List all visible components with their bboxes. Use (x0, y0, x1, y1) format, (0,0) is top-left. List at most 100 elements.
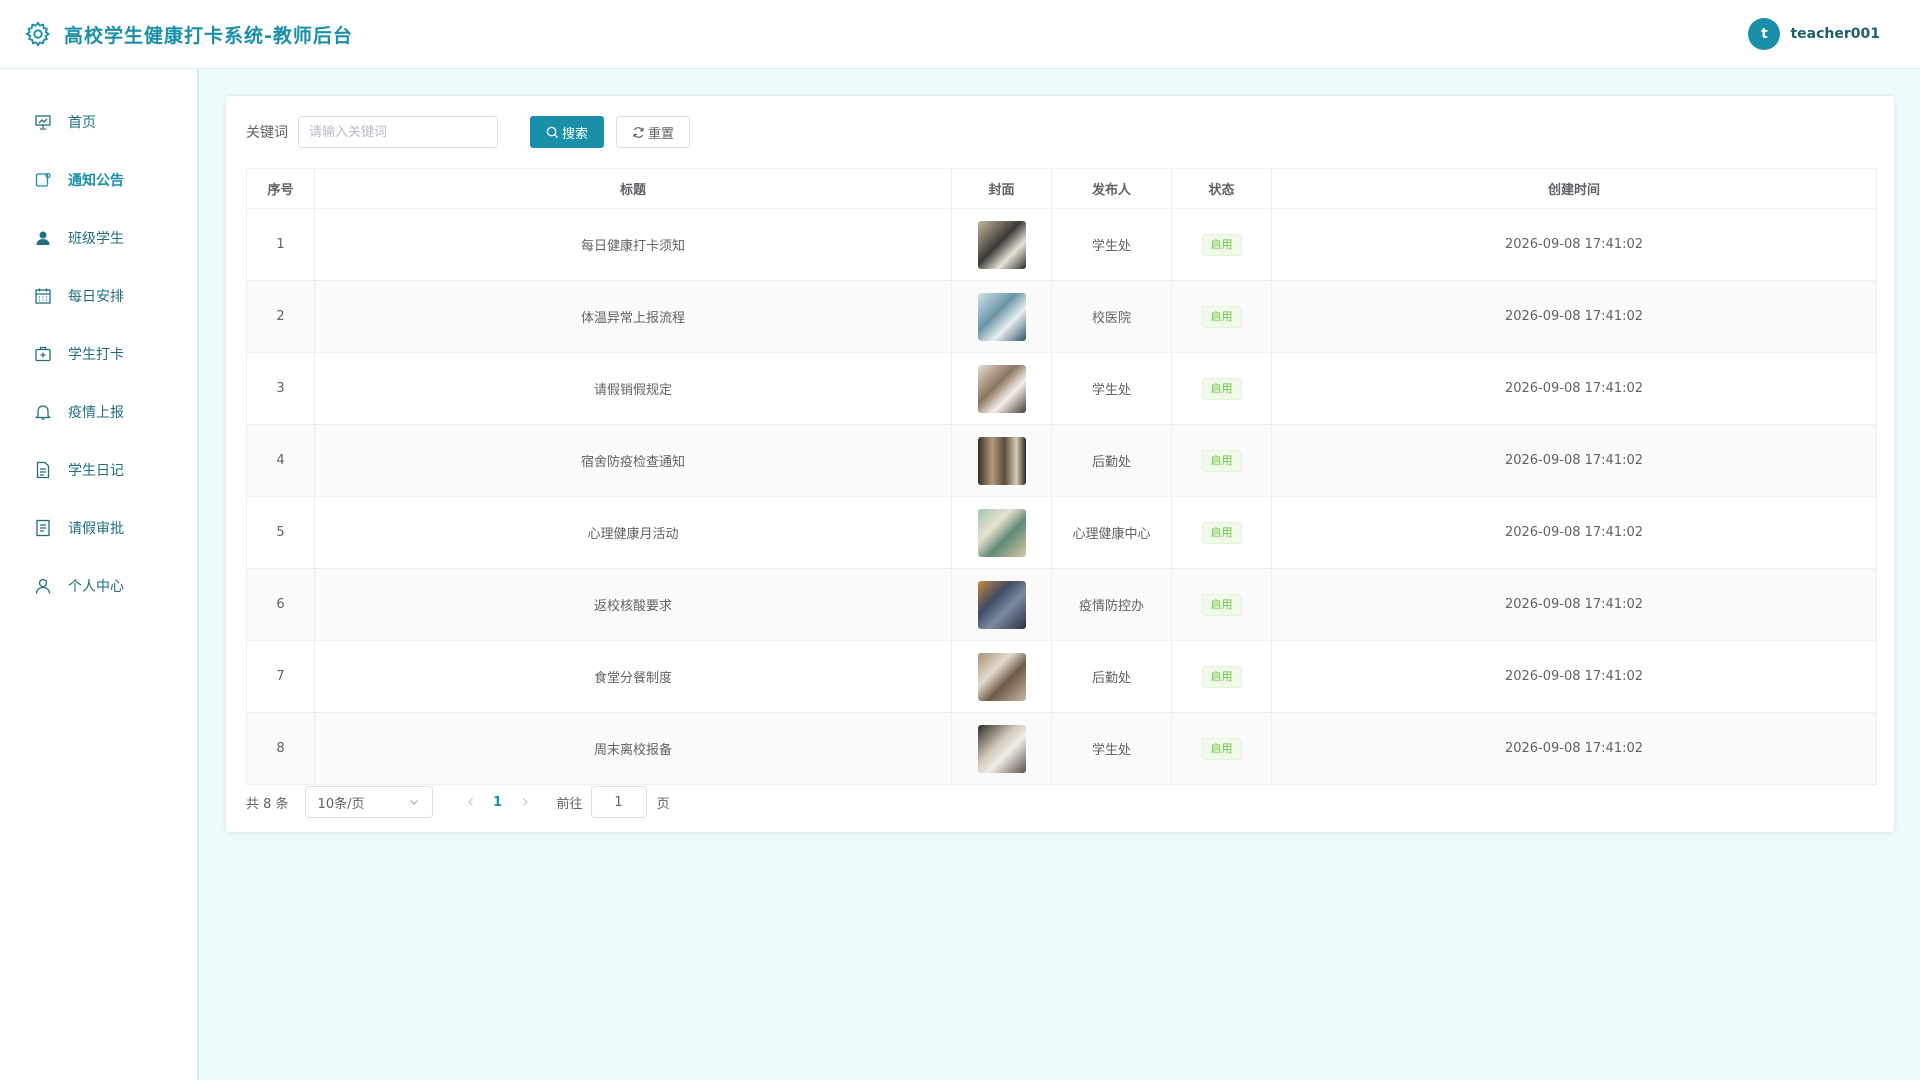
row-publisher: 校医院 (1051, 280, 1172, 353)
sidebar-item-label: 通知公告 (68, 173, 124, 189)
row-index: 4 (246, 424, 315, 497)
row-cover (951, 208, 1052, 281)
page-number-current[interactable]: 1 (483, 795, 513, 810)
reset-button[interactable]: 重置 (616, 116, 690, 148)
bell-icon (34, 405, 52, 420)
cover-image[interactable] (977, 580, 1026, 629)
sidebar-item-label: 班级学生 (68, 231, 124, 247)
sidebar-item-students[interactable]: 班级学生 (0, 209, 197, 267)
cover-image[interactable] (977, 652, 1026, 701)
table-row[interactable]: 1 每日健康打卡须知 学生处 启用 2026-09-08 17:41:02 (246, 208, 1877, 281)
prev-page-button[interactable] (459, 786, 483, 818)
row-title: 体温异常上报流程 (314, 280, 952, 353)
status-badge: 启用 (1201, 521, 1242, 544)
row-status: 启用 (1171, 712, 1272, 785)
row-index: 3 (246, 352, 315, 425)
goto-suffix: 页 (656, 796, 670, 812)
row-created: 2026-09-08 17:41:02 (1271, 496, 1877, 569)
column-header: 状态 (1171, 168, 1272, 209)
document-icon (36, 461, 50, 479)
row-created: 2026-09-08 17:41:02 (1271, 568, 1877, 641)
table-row[interactable]: 7 食堂分餐制度 后勤处 启用 2026-09-08 17:41:02 (246, 640, 1877, 713)
table-row[interactable]: 6 返校核酸要求 疫情防控办 启用 2026-09-08 17:41:02 (246, 568, 1877, 641)
row-status: 启用 (1171, 352, 1272, 425)
row-cover (951, 352, 1052, 425)
page-size-select[interactable]: 10条/页 (304, 786, 433, 818)
status-badge: 启用 (1201, 593, 1242, 616)
status-badge: 启用 (1201, 305, 1242, 328)
chevron-right-icon (522, 798, 528, 806)
chevron-down-icon (409, 800, 418, 805)
notice-table: 序号 标题 封面 发布人 状态 创建时间 1 每日健康打卡须知 学生处 启用 2… (246, 168, 1877, 785)
row-title: 返校核酸要求 (314, 568, 952, 641)
row-publisher: 心理健康中心 (1051, 496, 1172, 569)
user-menu[interactable]: t teacher001 (1748, 18, 1880, 50)
row-title: 心理健康月活动 (314, 496, 952, 569)
search-button[interactable]: 搜索 (530, 116, 604, 148)
row-publisher: 学生处 (1051, 352, 1172, 425)
brand: 高校学生健康打卡系统-教师后台 (24, 20, 353, 48)
dashboard-icon (35, 115, 51, 130)
row-created: 2026-09-08 17:41:02 (1271, 280, 1877, 353)
sidebar-item-schedule[interactable]: 每日安排 (0, 267, 197, 325)
notice-list-card: 关键词 搜索 重置 序号 标题 封面 发布人 状态 创建时间 (225, 95, 1895, 833)
row-publisher: 后勤处 (1051, 424, 1172, 497)
search-icon (546, 126, 559, 138)
keyword-input[interactable] (298, 116, 498, 148)
row-publisher: 疫情防控办 (1051, 568, 1172, 641)
top-header: 高校学生健康打卡系统-教师后台 t teacher001 (0, 0, 1920, 69)
cover-image[interactable] (977, 436, 1026, 485)
sidebar-item-home[interactable]: 首页 (0, 93, 197, 151)
row-publisher: 后勤处 (1051, 640, 1172, 713)
row-title: 请假销假规定 (314, 352, 952, 425)
cover-image[interactable] (977, 724, 1026, 773)
sidebar-item-label: 学生日记 (68, 463, 124, 479)
row-created: 2026-09-08 17:41:02 (1271, 424, 1877, 497)
row-created: 2026-09-08 17:41:02 (1271, 352, 1877, 425)
cover-image[interactable] (977, 508, 1026, 557)
sidebar-item-leave[interactable]: 请假审批 (0, 499, 197, 557)
goto-page-input[interactable] (590, 786, 647, 818)
row-status: 启用 (1171, 640, 1272, 713)
status-badge: 启用 (1201, 377, 1242, 400)
sidebar-item-diary[interactable]: 学生日记 (0, 441, 197, 499)
cover-image[interactable] (977, 292, 1026, 341)
sidebar-item-label: 每日安排 (68, 289, 124, 305)
cover-image[interactable] (977, 364, 1026, 413)
table-header-row: 序号 标题 封面 发布人 状态 创建时间 (246, 168, 1877, 209)
sidebar-item-notice[interactable]: 通知公告 (0, 151, 197, 209)
table-row[interactable]: 8 周末离校报备 学生处 启用 2026-09-08 17:41:02 (246, 712, 1877, 785)
sidebar-item-epidemic[interactable]: 疫情上报 (0, 383, 197, 441)
row-status: 启用 (1171, 208, 1272, 281)
row-created: 2026-09-08 17:41:02 (1271, 208, 1877, 281)
sidebar-item-label: 首页 (68, 115, 96, 131)
table-row[interactable]: 4 宿舍防疫检查通知 后勤处 启用 2026-09-08 17:41:02 (246, 424, 1877, 497)
sidebar-item-label: 学生打卡 (68, 347, 124, 363)
row-title: 食堂分餐制度 (314, 640, 952, 713)
sidebar-item-profile[interactable]: 个人中心 (0, 557, 197, 615)
row-index: 2 (246, 280, 315, 353)
notice-icon (35, 172, 51, 187)
sidebar-item-label: 个人中心 (68, 579, 124, 595)
row-title: 周末离校报备 (314, 712, 952, 785)
pagination-total: 共 8 条 (246, 796, 289, 812)
row-cover (951, 280, 1052, 353)
reset-button-label: 重置 (647, 126, 674, 142)
row-index: 7 (246, 640, 315, 713)
row-status: 启用 (1171, 568, 1272, 641)
row-created: 2026-09-08 17:41:02 (1271, 640, 1877, 713)
next-page-button[interactable] (513, 786, 537, 818)
row-title: 宿舍防疫检查通知 (314, 424, 952, 497)
username[interactable]: teacher001 (1790, 26, 1880, 42)
sidebar-item-checkin[interactable]: 学生打卡 (0, 325, 197, 383)
user-filled-icon (36, 231, 50, 245)
page-size-value: 10条/页 (317, 796, 365, 812)
column-header: 创建时间 (1271, 168, 1877, 209)
table-row[interactable]: 5 心理健康月活动 心理健康中心 启用 2026-09-08 17:41:02 (246, 496, 1877, 569)
table-row[interactable]: 2 体温异常上报流程 校医院 启用 2026-09-08 17:41:02 (246, 280, 1877, 353)
avatar[interactable]: t (1748, 18, 1781, 50)
row-cover (951, 712, 1052, 785)
chevron-left-icon (467, 798, 473, 806)
cover-image[interactable] (977, 220, 1026, 269)
table-row[interactable]: 3 请假销假规定 学生处 启用 2026-09-08 17:41:02 (246, 352, 1877, 425)
